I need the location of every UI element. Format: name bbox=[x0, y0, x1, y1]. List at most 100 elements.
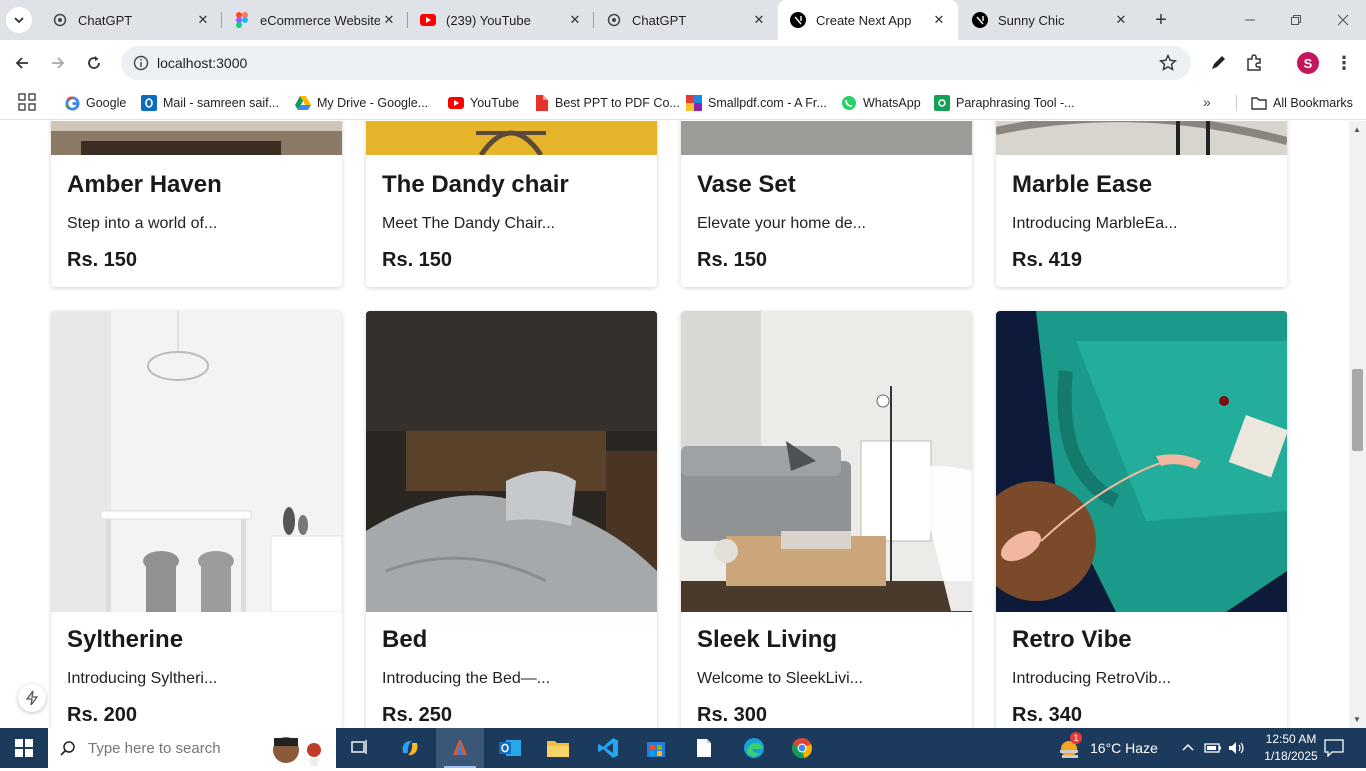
tab-youtube[interactable]: (239) YouTube ✕ bbox=[408, 0, 594, 40]
close-tab-icon[interactable]: ✕ bbox=[566, 11, 584, 29]
system-clock[interactable]: 12:50 AM 1/18/2025 bbox=[1256, 731, 1326, 765]
bookmark-whatsapp[interactable]: WhatsApp bbox=[841, 91, 921, 115]
url-input[interactable] bbox=[157, 53, 1057, 73]
close-window-button[interactable] bbox=[1320, 0, 1366, 40]
tab-search-button[interactable] bbox=[6, 7, 32, 33]
notifications-icon[interactable] bbox=[1324, 739, 1344, 758]
battery-icon[interactable] bbox=[1204, 741, 1222, 755]
product-name: Amber Haven bbox=[67, 171, 222, 198]
product-price: Rs. 150 bbox=[382, 249, 453, 271]
reload-icon bbox=[88, 56, 100, 69]
bookmark-label: WhatsApp bbox=[863, 96, 921, 110]
bookmark-mail[interactable]: Mail - samreen saif... bbox=[141, 91, 279, 115]
chevron-down-icon bbox=[14, 17, 24, 24]
copilot-icon[interactable] bbox=[386, 728, 434, 768]
page-scrollbar[interactable]: ▲ ▼ bbox=[1349, 121, 1366, 728]
restore-button[interactable] bbox=[1273, 0, 1319, 40]
address-bar[interactable] bbox=[121, 46, 1191, 80]
product-price: Rs. 150 bbox=[67, 249, 138, 271]
taskbar-search-input[interactable] bbox=[88, 739, 248, 757]
scrollbar-thumb[interactable] bbox=[1352, 369, 1363, 451]
product-card[interactable]: Amber Haven Step into a world of... Rs. … bbox=[51, 121, 342, 287]
bookmark-drive[interactable]: My Drive - Google... bbox=[295, 91, 428, 115]
product-card[interactable]: Syltherine Introducing Syltheri... Rs. 2… bbox=[51, 311, 342, 728]
windows-taskbar: 1 16°C Haze 12:50 AM 1/18/2025 bbox=[0, 728, 1366, 768]
search-highlight-icon bbox=[268, 730, 328, 766]
product-card[interactable]: Bed Introducing the Bed—... Rs. 250 bbox=[366, 311, 657, 728]
product-name: Sleek Living bbox=[697, 626, 838, 653]
forward-button[interactable] bbox=[44, 49, 72, 77]
extensions-icon[interactable] bbox=[1243, 52, 1265, 74]
product-card[interactable]: Marble Ease Introducing MarbleEa... Rs. … bbox=[996, 121, 1287, 287]
profile-avatar[interactable]: S bbox=[1297, 52, 1319, 74]
close-tab-icon[interactable]: ✕ bbox=[1112, 11, 1130, 29]
smallpdf-icon bbox=[686, 95, 702, 111]
app-icon-active[interactable] bbox=[436, 728, 484, 768]
bookmark-smallpdf[interactable]: Smallpdf.com - A Fr... bbox=[686, 91, 827, 115]
browser-menu-icon[interactable]: ⋮ bbox=[1334, 52, 1354, 74]
reload-button[interactable] bbox=[80, 49, 108, 77]
edge-icon[interactable] bbox=[730, 728, 778, 768]
vscode-icon[interactable] bbox=[584, 728, 632, 768]
new-tab-button[interactable]: + bbox=[1150, 9, 1172, 31]
product-image bbox=[366, 311, 657, 612]
scroll-down-icon[interactable]: ▼ bbox=[1353, 715, 1361, 724]
flash-icon[interactable] bbox=[18, 684, 46, 712]
microsoft-store-icon[interactable] bbox=[632, 728, 680, 768]
task-view-icon[interactable] bbox=[336, 728, 384, 768]
close-tab-icon[interactable]: ✕ bbox=[930, 11, 948, 29]
all-bookmarks-button[interactable]: All Bookmarks bbox=[1251, 91, 1353, 115]
tab-chatgpt-2[interactable]: ChatGPT ✕ bbox=[594, 0, 778, 40]
bookmarks-overflow-icon[interactable]: » bbox=[1203, 94, 1211, 110]
bookmark-youtube[interactable]: YouTube bbox=[448, 91, 519, 115]
apps-grid-icon[interactable] bbox=[18, 93, 36, 111]
quillbot-icon bbox=[934, 95, 950, 111]
product-price: Rs. 300 bbox=[697, 704, 768, 726]
pen-extension-icon[interactable] bbox=[1207, 52, 1229, 74]
product-card[interactable]: Sleek Living Welcome to SleekLivi... Rs.… bbox=[681, 311, 972, 728]
bookmark-star-icon[interactable] bbox=[1159, 54, 1177, 72]
bookmark-label: Paraphrasing Tool -... bbox=[956, 96, 1075, 110]
product-description: Welcome to SleekLivi... bbox=[697, 670, 863, 687]
product-card[interactable]: Retro Vibe Introducing RetroVib... Rs. 3… bbox=[996, 311, 1287, 728]
site-info-icon[interactable] bbox=[133, 55, 149, 71]
bookmark-label: YouTube bbox=[470, 96, 520, 110]
bookmark-ppt-to-pdf[interactable]: Best PPT to PDF Co... bbox=[533, 91, 680, 115]
minimize-button[interactable] bbox=[1227, 0, 1273, 40]
close-tab-icon[interactable]: ✕ bbox=[194, 11, 212, 29]
weather-text[interactable]: 16°C Haze bbox=[1090, 728, 1158, 768]
volume-icon[interactable] bbox=[1228, 740, 1246, 756]
arrow-left-icon bbox=[15, 57, 28, 69]
product-image bbox=[366, 121, 657, 155]
tab-create-next-app[interactable]: Create Next App ✕ bbox=[778, 0, 958, 40]
product-card[interactable]: Vase Set Elevate your home de... Rs. 150 bbox=[681, 121, 972, 287]
document-icon[interactable] bbox=[680, 728, 728, 768]
chatgpt-icon bbox=[606, 12, 622, 28]
tab-sunny-chic[interactable]: Sunny Chic ✕ bbox=[960, 0, 1140, 40]
tab-ecommerce[interactable]: eCommerce Website ✕ bbox=[222, 0, 408, 40]
product-description: Introducing MarbleEa... bbox=[1012, 215, 1178, 232]
close-tab-icon[interactable]: ✕ bbox=[750, 11, 768, 29]
chrome-icon[interactable] bbox=[778, 728, 826, 768]
bookmark-label: Google bbox=[86, 96, 127, 110]
nextjs-icon bbox=[972, 12, 988, 28]
product-name: Retro Vibe bbox=[1012, 626, 1132, 653]
chevron-up-icon[interactable] bbox=[1180, 740, 1196, 756]
bookmark-paraphrasing[interactable]: Paraphrasing Tool -... bbox=[934, 91, 1075, 115]
taskbar-search[interactable] bbox=[48, 728, 336, 768]
start-button[interactable] bbox=[0, 728, 48, 768]
product-name: The Dandy chair bbox=[382, 171, 569, 198]
bookmark-google[interactable]: Google bbox=[64, 91, 126, 115]
tab-title: ChatGPT bbox=[78, 12, 133, 28]
product-price: Rs. 200 bbox=[67, 704, 138, 726]
product-card[interactable]: The Dandy chair Meet The Dandy Chair... … bbox=[366, 121, 657, 287]
back-button[interactable] bbox=[8, 49, 36, 77]
tab-chatgpt-1[interactable]: ChatGPT ✕ bbox=[40, 0, 222, 40]
outlook-icon[interactable] bbox=[486, 728, 534, 768]
file-explorer-icon[interactable] bbox=[534, 728, 582, 768]
product-name: Syltherine bbox=[67, 626, 184, 653]
weather-icon[interactable]: 1 bbox=[1058, 732, 1082, 760]
scroll-up-icon[interactable]: ▲ bbox=[1353, 125, 1361, 134]
product-description: Introducing Syltheri... bbox=[67, 670, 218, 687]
close-tab-icon[interactable]: ✕ bbox=[380, 11, 398, 29]
